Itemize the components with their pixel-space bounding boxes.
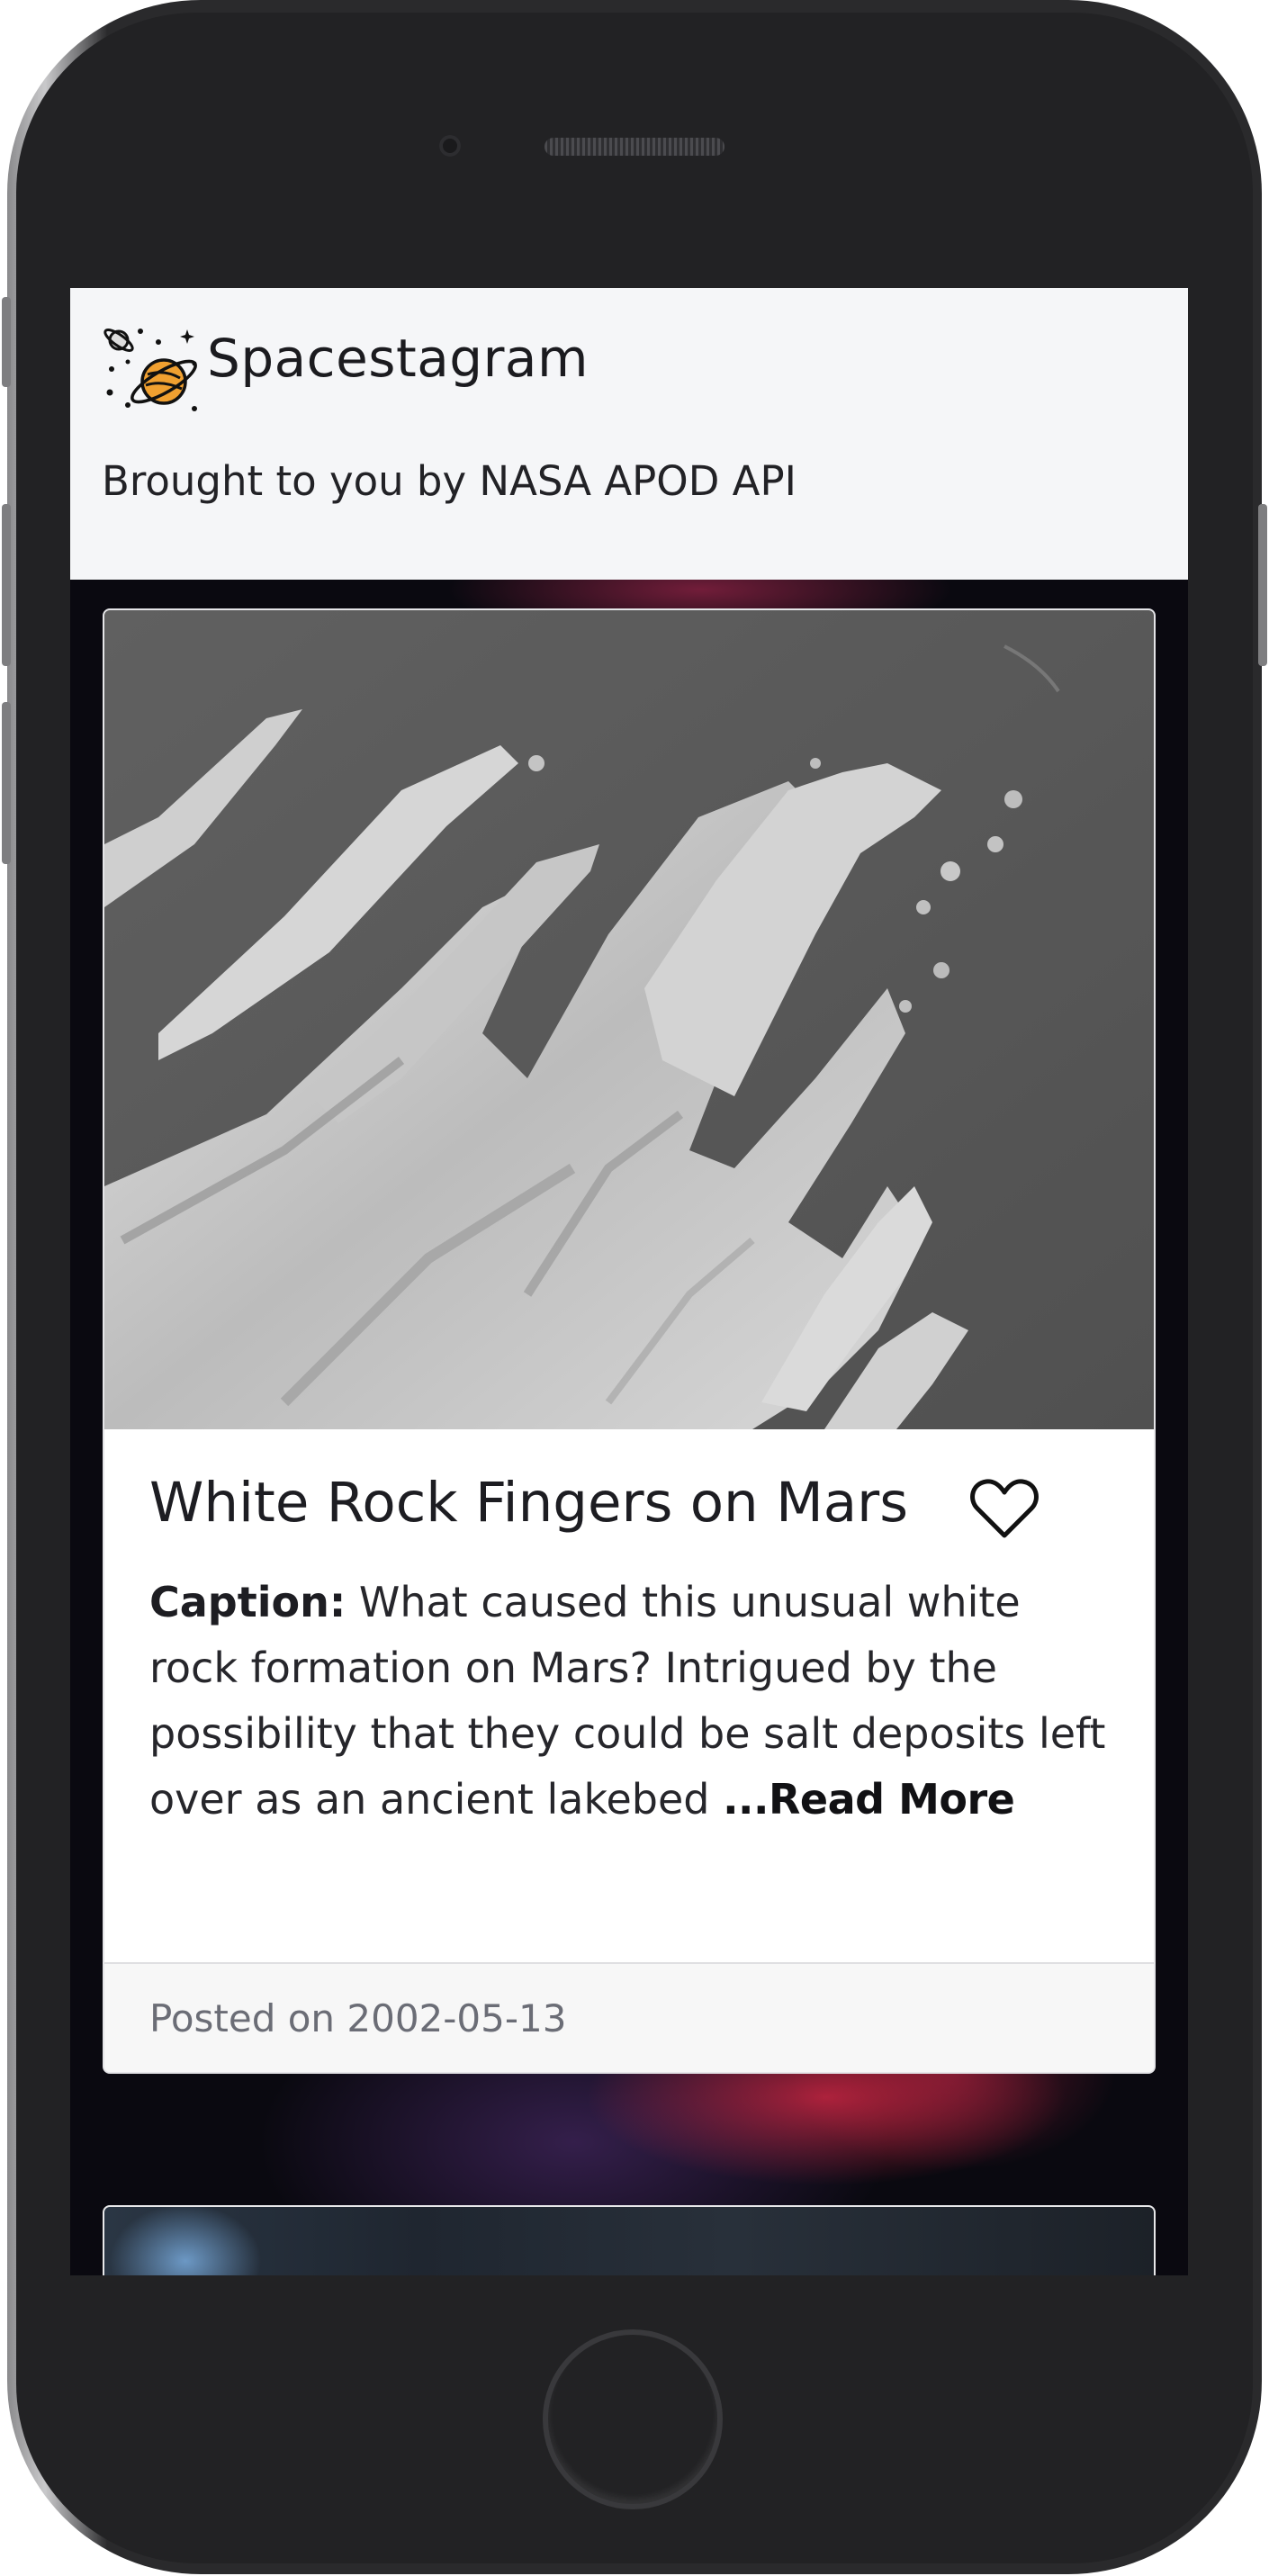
app-header: Spacestagram Brought to you by NASA APOD… [70,288,1188,580]
next-post-card-image [103,2205,1156,2275]
earpiece-speaker [544,138,724,156]
phone-side-button [2,297,11,387]
read-more-link[interactable]: ...Read More [723,1775,1015,1824]
app-title: Spacestagram [207,328,589,389]
planet-stars-icon [104,329,197,411]
phone-volume-down-button [2,702,11,864]
post-card: White Rock Fingers on Mars Caption: What… [103,608,1156,2074]
post-title: White Rock Fingers on Mars [149,1471,908,1535]
post-image [104,610,1154,1429]
front-camera [439,135,461,157]
caption-label: Caption: [149,1578,346,1626]
phone-volume-up-button [2,504,11,666]
home-button[interactable] [543,2329,723,2509]
heart-outline-icon[interactable] [970,1476,1039,1541]
app-screen: Spacestagram Brought to you by NASA APOD… [70,288,1188,2275]
post-footer: Posted on 2002-05-13 [104,1962,1154,2072]
post-caption: Caption: What caused this unusual white … [149,1570,1121,1833]
app-subtitle: Brought to you by NASA APOD API [102,457,796,505]
phone-power-button [1258,504,1267,666]
posted-date: Posted on 2002-05-13 [149,1996,567,2040]
